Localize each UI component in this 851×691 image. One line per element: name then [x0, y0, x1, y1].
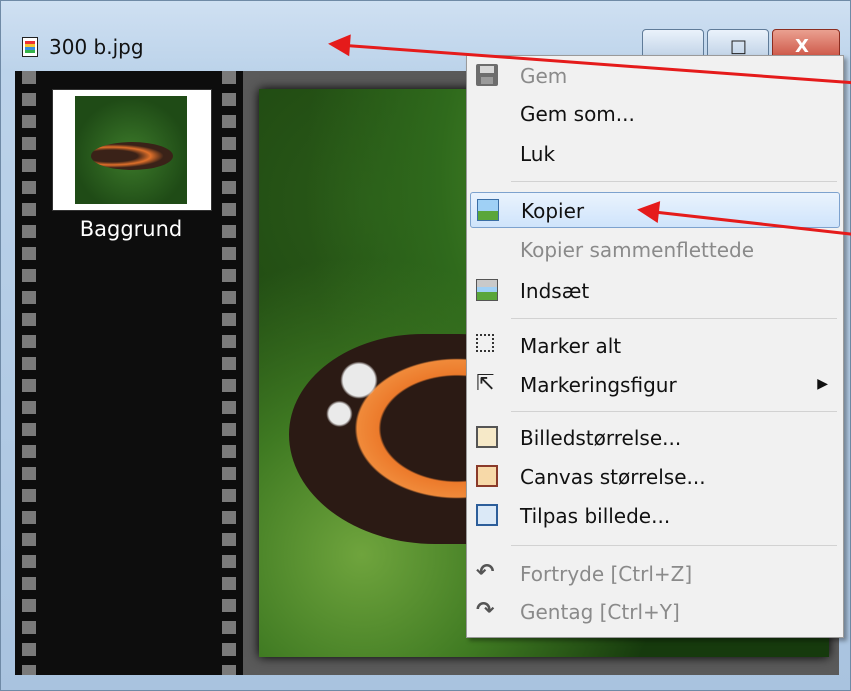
menu-item-tilpas-billede[interactable]: Tilpas billede...	[470, 498, 840, 534]
image-size-icon	[476, 426, 498, 448]
menu-separator	[511, 545, 837, 546]
film-perforations-left	[22, 71, 36, 675]
layer-label: Baggrund	[79, 217, 183, 241]
menu-separator	[511, 411, 837, 412]
menu-item-indsaet[interactable]: Indsæt	[470, 273, 840, 309]
menu-item-billedstorrelse[interactable]: Billedstørrelse...	[470, 420, 840, 456]
menu-item-label: Kopier sammenflettede	[520, 238, 755, 262]
menu-item-marker-alt[interactable]: Marker alt	[470, 328, 840, 364]
menu-item-luk[interactable]: Luk	[470, 136, 840, 172]
layer-thumbnail[interactable]	[52, 89, 212, 211]
menu-item-label: Indsæt	[520, 279, 590, 303]
menu-item-label: Marker alt	[520, 334, 622, 358]
arrow-head-icon	[327, 32, 351, 57]
menu-item-label: Gem som...	[520, 102, 635, 126]
menu-item-label: Canvas størrelse...	[520, 465, 706, 489]
menu-item-fortryde[interactable]: ↶ Fortryde [Ctrl+Z]	[470, 556, 840, 592]
submenu-arrow-icon: ▶	[817, 376, 828, 392]
menu-item-label: Markeringsfigur	[520, 373, 677, 397]
menu-item-label: Gem	[520, 64, 568, 88]
redo-icon: ↷	[476, 598, 495, 623]
context-menu: Gem Gem som... Luk Kopier Kopier sammenf…	[466, 55, 844, 638]
menu-item-label: Gentag [Ctrl+Y]	[520, 600, 680, 624]
maximize-icon: □	[730, 36, 748, 57]
canvas-size-icon	[476, 465, 498, 487]
menu-item-label: Fortryde [Ctrl+Z]	[520, 562, 693, 586]
menu-separator	[511, 318, 837, 319]
paste-image-icon	[476, 279, 498, 301]
save-icon	[476, 64, 498, 86]
layers-filmstrip: Baggrund	[15, 71, 243, 675]
film-perforations-right	[222, 71, 236, 675]
menu-item-gentag[interactable]: ↷ Gentag [Ctrl+Y]	[470, 594, 840, 630]
select-all-icon	[476, 334, 494, 352]
cursor-icon: ⇱	[476, 371, 495, 396]
menu-item-markeringsfigur[interactable]: ⇱ Markeringsfigur ▶	[470, 367, 840, 403]
close-icon: X	[795, 36, 809, 57]
menu-item-label: Luk	[520, 142, 556, 166]
undo-icon: ↶	[476, 560, 495, 585]
menu-item-kopier-sammenflettede[interactable]: Kopier sammenflettede	[470, 232, 840, 268]
copy-image-icon	[477, 199, 499, 221]
menu-item-label: Kopier	[521, 199, 585, 223]
menu-item-gem-som[interactable]: Gem som...	[470, 96, 840, 132]
menu-item-label: Billedstørrelse...	[520, 426, 682, 450]
image-file-icon	[22, 37, 38, 57]
menu-separator	[511, 181, 837, 182]
thumbnail-image	[75, 96, 187, 204]
arrow-head-icon	[635, 198, 661, 223]
menu-item-canvas-storrelse[interactable]: Canvas størrelse...	[470, 459, 840, 495]
window-title: 300 b.jpg	[49, 35, 144, 59]
menu-item-label: Tilpas billede...	[520, 504, 671, 528]
fit-image-icon	[476, 504, 498, 526]
